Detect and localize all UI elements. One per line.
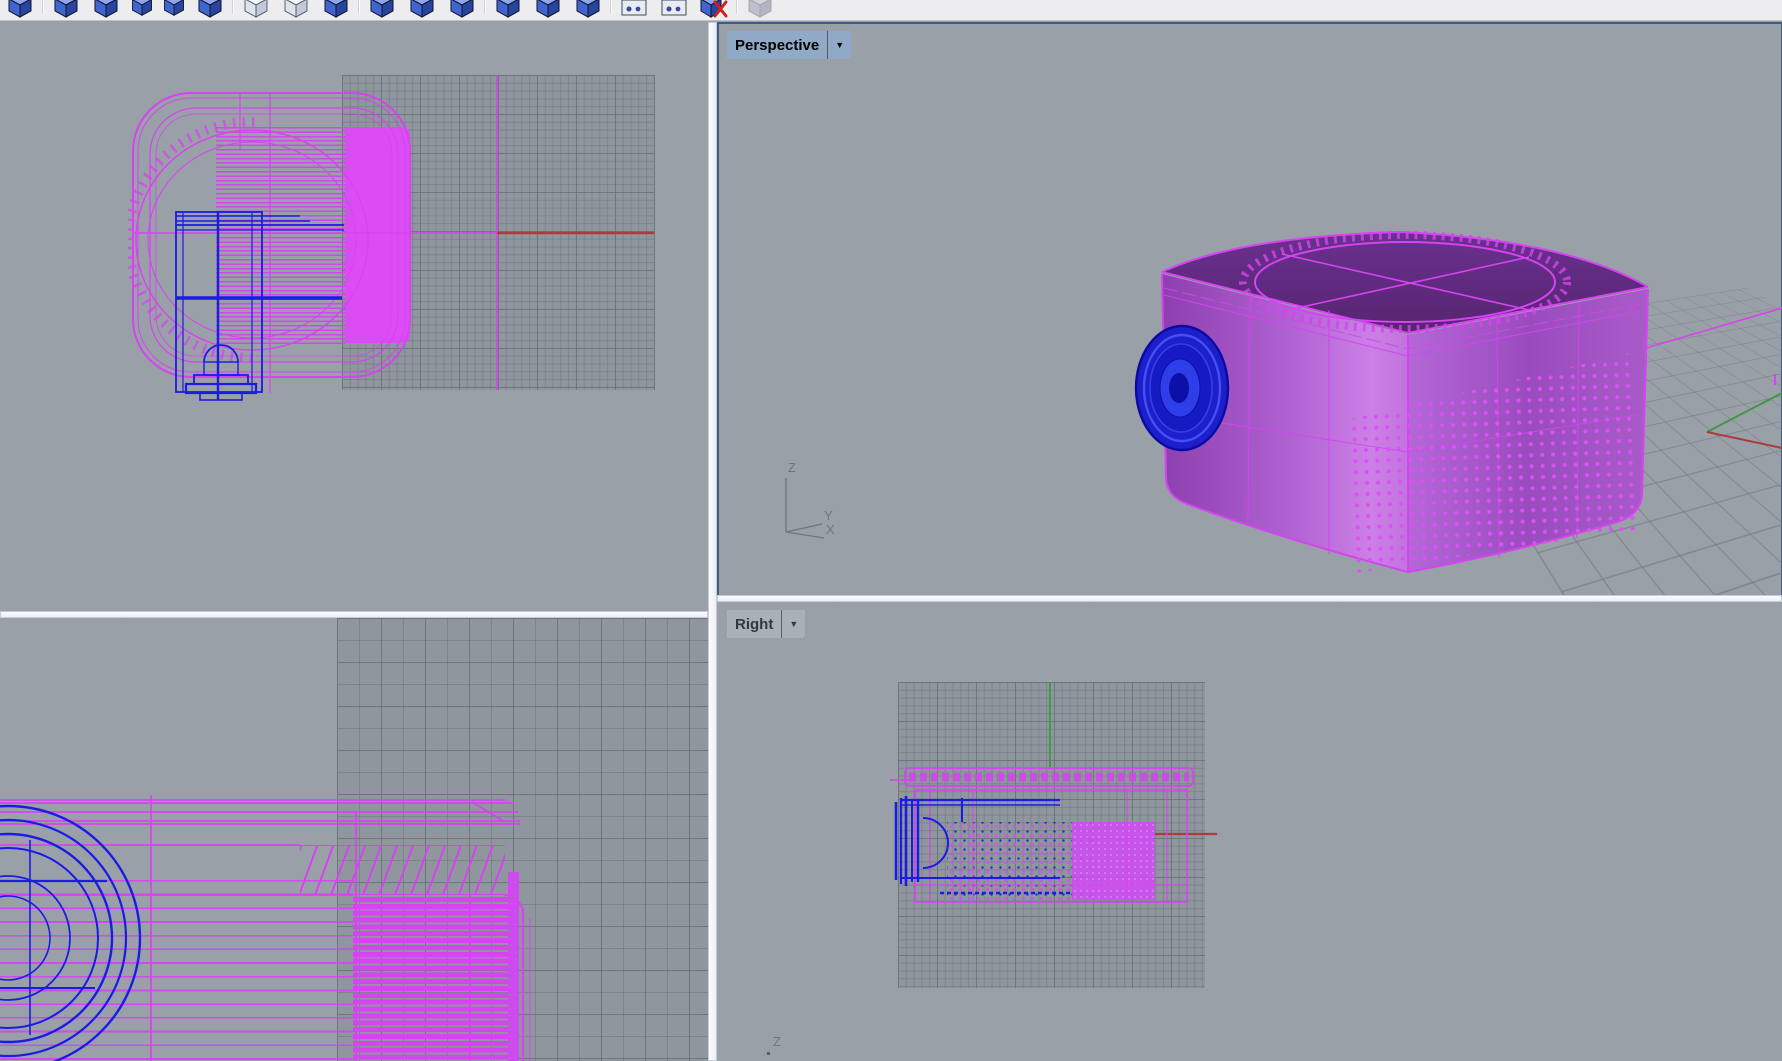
viewport-splitter-horizontal-left[interactable] — [0, 611, 708, 618]
solid-edit-dialog-icon[interactable] — [657, 0, 691, 19]
toolbar-separator — [42, 0, 44, 14]
axis-z-label: Z — [773, 1034, 781, 1049]
toolbar-separator — [736, 0, 738, 14]
axis-line-fragment — [767, 1052, 770, 1055]
toolbar-separator — [232, 0, 234, 14]
pyramid-icon[interactable] — [319, 0, 353, 19]
viewport-splitter-horizontal-right[interactable] — [717, 595, 1782, 602]
shell-solid-icon[interactable] — [571, 0, 605, 19]
top-view-model[interactable] — [0, 22, 708, 611]
axis-indicator: Z — [773, 1034, 781, 1049]
cylinder-icon[interactable] — [193, 0, 227, 19]
truncated-cone-icon[interactable] — [161, 0, 187, 19]
box-corners-icon[interactable] — [49, 0, 83, 19]
cap-holes-icon[interactable] — [279, 0, 313, 19]
viewport-right[interactable]: Right ▼ Z — [717, 602, 1782, 1061]
front-view-model[interactable] — [0, 618, 708, 1061]
extract-surface-icon[interactable] — [239, 0, 273, 19]
chevron-down-icon[interactable]: ▼ — [782, 619, 805, 629]
viewport-tab-right[interactable]: Right ▼ — [727, 610, 805, 638]
viewport-top[interactable] — [0, 22, 708, 611]
lens-front — [1136, 326, 1228, 450]
boolean-difference-icon[interactable] — [405, 0, 439, 19]
boolean-split-icon[interactable] — [491, 0, 525, 19]
right-view-model[interactable] — [717, 602, 1782, 1061]
viewport-tab-perspective[interactable]: Perspective ▼ — [727, 31, 851, 59]
toolbar-separator — [610, 0, 612, 14]
toolbar-separator — [484, 0, 486, 14]
axis-indicator: Z Y X — [772, 460, 852, 553]
viewport-splitter-vertical[interactable] — [708, 22, 717, 1061]
chevron-down-icon[interactable]: ▼ — [828, 40, 851, 50]
inactive-tool-icon[interactable] — [743, 0, 777, 19]
delete-solid-icon[interactable] — [697, 0, 731, 19]
boolean-union-icon[interactable] — [365, 0, 399, 19]
toolbar-separator — [358, 0, 360, 14]
axis-y-label: Y — [824, 508, 833, 523]
box-icon[interactable] — [3, 0, 37, 19]
viewport-front[interactable] — [0, 618, 708, 1061]
axis-z-label: Z — [788, 460, 796, 475]
box-3point-icon[interactable] — [89, 0, 123, 19]
axis-x-label: X — [826, 522, 835, 537]
extrude-surface-icon[interactable] — [531, 0, 565, 19]
boolean-intersection-icon[interactable] — [445, 0, 479, 19]
viewport-tab-label: Right — [727, 616, 781, 633]
viewport-perspective[interactable]: Perspective ▼ Z Y X — [717, 22, 1782, 595]
solid-tools-toolbar — [0, 0, 1782, 21]
viewport-tab-label: Perspective — [727, 37, 827, 54]
cone-icon[interactable] — [129, 0, 155, 19]
solid-properties-dialog-icon[interactable] — [617, 0, 651, 19]
